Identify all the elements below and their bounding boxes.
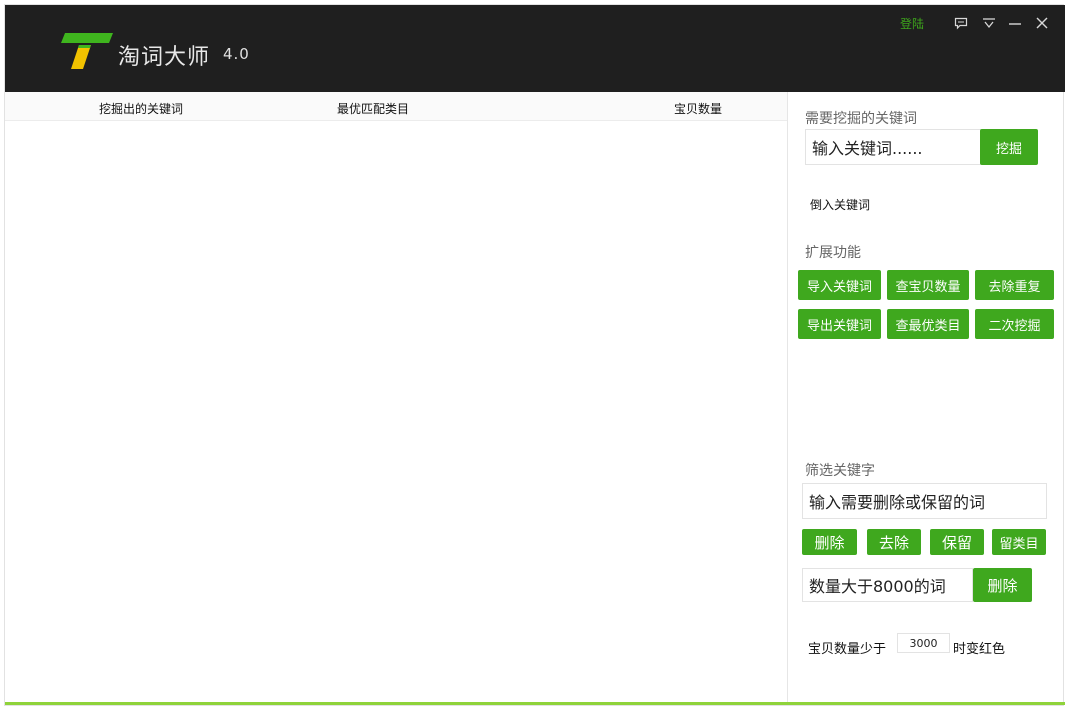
keyword-table-body[interactable]: [5, 122, 787, 702]
mine-button[interactable]: 挖掘: [980, 129, 1038, 165]
threshold-input[interactable]: 3000: [897, 633, 950, 653]
app-window: 淘词大师 4.0 登陆 挖掘出的关键词 最优匹配类目 宝贝数量 需要挖掘的关键词…: [4, 4, 1065, 706]
feedback-icon: [954, 17, 968, 29]
import-keywords-link[interactable]: 倒入关键词: [810, 196, 870, 213]
app-version: 4.0: [223, 45, 250, 63]
check-best-category-button[interactable]: 查最优类目: [887, 309, 969, 339]
filter-word-input[interactable]: 输入需要删除或保留的词: [802, 483, 1047, 519]
export-keywords-button[interactable]: 导出关键词: [798, 309, 881, 339]
delete-button[interactable]: 删除: [802, 529, 857, 555]
close-button[interactable]: [1032, 13, 1052, 33]
panel-divider: [787, 92, 788, 702]
import-keywords-button[interactable]: 导入关键词: [798, 270, 881, 300]
table-header: 挖掘出的关键词 最优匹配类目 宝贝数量: [5, 92, 787, 121]
column-header-keyword[interactable]: 挖掘出的关键词: [99, 100, 183, 117]
second-mining-button[interactable]: 二次挖掘: [975, 309, 1054, 339]
quantity-delete-button[interactable]: 删除: [973, 568, 1032, 602]
filter-section-label: 筛选关键字: [805, 462, 875, 478]
column-header-category[interactable]: 最优匹配类目: [337, 100, 409, 117]
threshold-prefix-label: 宝贝数量少于: [808, 641, 887, 656]
login-link[interactable]: 登陆: [900, 15, 924, 32]
extend-section-label: 扩展功能: [805, 244, 861, 260]
keep-button[interactable]: 保留: [930, 529, 984, 555]
menu-dropdown-icon: [983, 18, 995, 29]
remove-duplicates-button[interactable]: 去除重复: [975, 270, 1054, 300]
bottom-status-bar: [5, 702, 1065, 705]
keyword-input[interactable]: 输入关键词......: [805, 129, 981, 165]
minimize-button[interactable]: [1005, 13, 1025, 33]
logo-icon: [61, 33, 113, 69]
minimize-icon: [1009, 23, 1021, 25]
keep-category-button[interactable]: 留类目: [992, 529, 1046, 555]
title-bar: 淘词大师 4.0 登陆: [5, 5, 1065, 92]
feedback-button[interactable]: [951, 13, 971, 33]
mine-section-label: 需要挖掘的关键词: [805, 110, 917, 126]
menu-dropdown-button[interactable]: [979, 13, 999, 33]
column-header-item-count[interactable]: 宝贝数量: [674, 100, 722, 117]
close-icon: [1036, 17, 1048, 29]
app-title: 淘词大师: [118, 45, 211, 70]
check-item-count-button[interactable]: 查宝贝数量: [887, 270, 969, 300]
remove-button[interactable]: 去除: [867, 529, 921, 555]
threshold-suffix-label: 时变红色: [953, 641, 1006, 656]
quantity-filter-input[interactable]: 数量大于8000的词: [802, 568, 973, 602]
